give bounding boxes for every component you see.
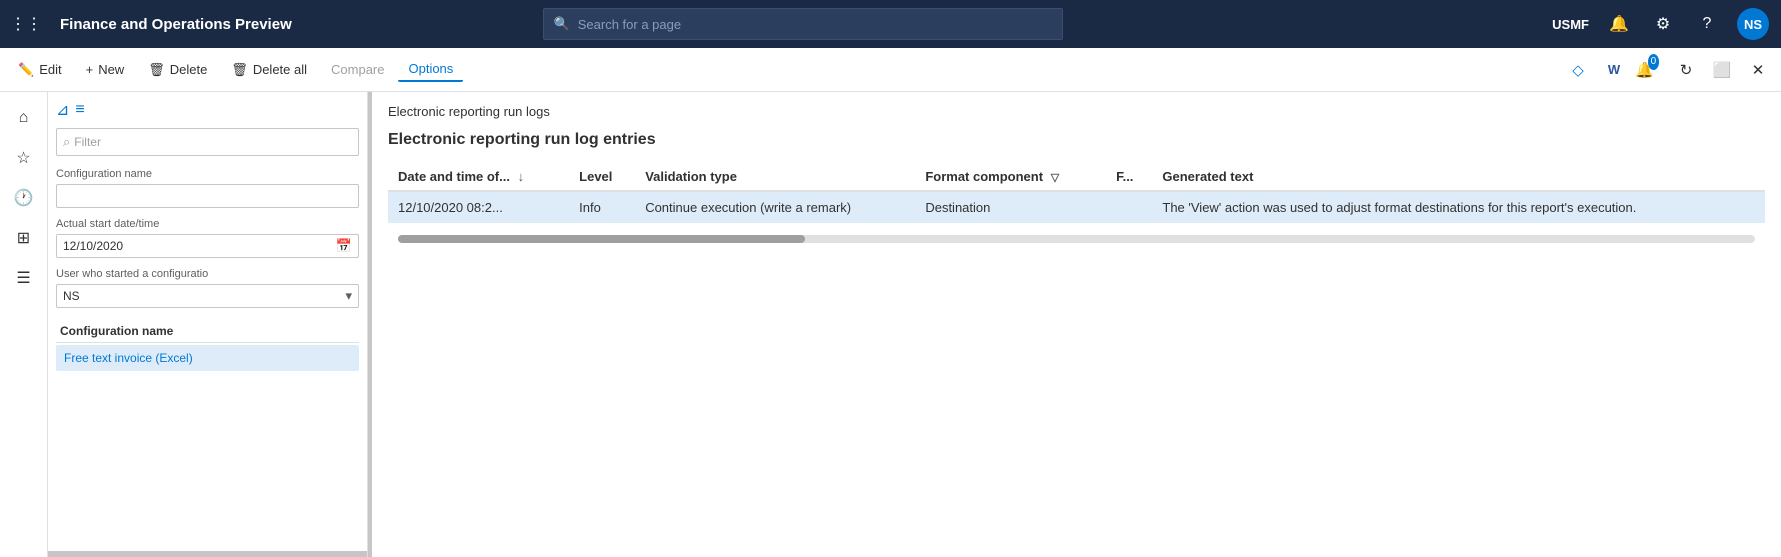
config-name-label: Configuration name bbox=[56, 168, 359, 180]
edit-icon: ✏️ bbox=[18, 62, 34, 78]
avatar[interactable]: NS bbox=[1737, 8, 1769, 40]
cell-date: 12/10/2020 08:2... bbox=[388, 191, 569, 223]
app-title: Finance and Operations Preview bbox=[60, 16, 292, 33]
nav-grid-icon[interactable]: ⊞ bbox=[6, 220, 42, 256]
horizontal-scrollbar-thumb[interactable] bbox=[398, 235, 805, 243]
table-row[interactable]: 12/10/2020 08:2... Info Continue executi… bbox=[388, 191, 1765, 223]
start-date-input[interactable] bbox=[57, 235, 330, 257]
nav-right: USMF 🔔 ⚙ ? NS bbox=[1552, 8, 1769, 40]
filter-search-box: ⌕ bbox=[56, 128, 359, 156]
new-button[interactable]: + New bbox=[76, 58, 135, 81]
config-list-header: Configuration name bbox=[56, 318, 359, 343]
badge: 0 bbox=[1648, 54, 1659, 70]
edit-button[interactable]: ✏️ Edit bbox=[8, 58, 72, 82]
delete-icon: 🗑 bbox=[148, 62, 165, 78]
search-icon: 🔍 bbox=[554, 16, 570, 32]
grid-menu-icon[interactable]: ⋮⋮ bbox=[12, 10, 40, 38]
sort-icon: ↓ bbox=[518, 169, 525, 184]
word-icon-btn[interactable]: W bbox=[1599, 55, 1629, 85]
col-format-label: Format component bbox=[925, 169, 1043, 184]
nav-list-icon[interactable]: ☰ bbox=[6, 260, 42, 296]
main-layout: ⌂ ☆ 🕐 ⊞ ☰ ⊿ ≡ ⌕ Configuration name Actua… bbox=[0, 92, 1781, 557]
delete-label: Delete bbox=[170, 62, 208, 77]
new-icon: + bbox=[86, 62, 94, 77]
start-date-label: Actual start date/time bbox=[56, 218, 359, 230]
search-bar: 🔍 bbox=[543, 8, 1063, 40]
panel-resize-handle[interactable] bbox=[48, 551, 367, 557]
col-validation[interactable]: Validation type bbox=[635, 163, 915, 191]
filter-panel: ⊿ ≡ ⌕ Configuration name Actual start da… bbox=[48, 92, 368, 557]
chevron-down-icon: ▾ bbox=[339, 288, 358, 304]
close-icon-btn[interactable]: ✕ bbox=[1743, 55, 1773, 85]
diamond-icon-btn[interactable]: ◇ bbox=[1563, 55, 1593, 85]
user-select-wrap: NS ▾ bbox=[56, 284, 359, 308]
left-nav: ⌂ ☆ 🕐 ⊞ ☰ bbox=[0, 92, 48, 557]
filter-search-icon: ⌕ bbox=[63, 134, 70, 150]
col-date-label: Date and time of... bbox=[398, 169, 510, 184]
col-level-label: Level bbox=[579, 169, 612, 184]
log-table: Date and time of... ↓ Level Validation t… bbox=[388, 163, 1765, 223]
delete-all-label: Delete all bbox=[253, 62, 307, 77]
col-validation-label: Validation type bbox=[645, 169, 737, 184]
table-header-row: Date and time of... ↓ Level Validation t… bbox=[388, 163, 1765, 191]
action-bar: ✏️ Edit + New 🗑 Delete 🗑 Delete all Comp… bbox=[0, 48, 1781, 92]
col-generated[interactable]: Generated text bbox=[1152, 163, 1765, 191]
col-f-label: F... bbox=[1116, 169, 1133, 184]
options-label: Options bbox=[408, 61, 453, 76]
col-f[interactable]: F... bbox=[1106, 163, 1152, 191]
calendar-icon[interactable]: 📅 bbox=[330, 238, 358, 254]
content-panel: Electronic reporting run logs Electronic… bbox=[372, 92, 1781, 557]
config-name-input[interactable] bbox=[56, 184, 359, 208]
nav-clock-icon[interactable]: 🕐 bbox=[6, 180, 42, 216]
delete-all-button[interactable]: 🗑 Delete all bbox=[221, 58, 317, 82]
compare-button[interactable]: Compare bbox=[321, 58, 394, 81]
delete-button[interactable]: 🗑 Delete bbox=[138, 58, 217, 82]
filter-search-input[interactable] bbox=[74, 135, 352, 149]
new-label: New bbox=[98, 62, 124, 77]
col-level[interactable]: Level bbox=[569, 163, 635, 191]
refresh-icon-btn[interactable]: ↻ bbox=[1671, 55, 1701, 85]
cell-format: Destination bbox=[915, 191, 1106, 223]
expand-icon-btn[interactable]: ⬜ bbox=[1707, 55, 1737, 85]
user-label: User who started a configuratio bbox=[56, 268, 359, 280]
filter-funnel-icon: ⊿ bbox=[56, 100, 69, 120]
col-generated-label: Generated text bbox=[1162, 169, 1253, 184]
cell-f bbox=[1106, 191, 1152, 223]
col-format[interactable]: Format component ▽ bbox=[915, 163, 1106, 191]
nav-star-icon[interactable]: ☆ bbox=[6, 140, 42, 176]
help-icon[interactable]: ? bbox=[1693, 10, 1721, 38]
start-date-field: 📅 bbox=[56, 234, 359, 258]
settings-icon[interactable]: ⚙ bbox=[1649, 10, 1677, 38]
col-date[interactable]: Date and time of... ↓ bbox=[388, 163, 569, 191]
breadcrumb: Electronic reporting run logs bbox=[388, 104, 1765, 119]
entries-title: Electronic reporting run log entries bbox=[388, 131, 1765, 149]
cell-validation: Continue execution (write a remark) bbox=[635, 191, 915, 223]
company-label: USMF bbox=[1552, 17, 1589, 32]
cell-generated: The 'View' action was used to adjust for… bbox=[1152, 191, 1765, 223]
edit-label: Edit bbox=[39, 62, 61, 77]
compare-label: Compare bbox=[331, 62, 384, 77]
options-button[interactable]: Options bbox=[398, 57, 463, 82]
top-nav: ⋮⋮ Finance and Operations Preview 🔍 USMF… bbox=[0, 0, 1781, 48]
filter-panel-icon: ≡ bbox=[75, 101, 84, 119]
user-select[interactable]: NS bbox=[57, 285, 339, 307]
config-list-item[interactable]: Free text invoice (Excel) bbox=[56, 345, 359, 371]
delete-all-icon: 🗑 bbox=[231, 62, 248, 78]
action-bar-right: ◇ W 🔔 0 ↻ ⬜ ✕ bbox=[1563, 55, 1773, 85]
config-item-label: Free text invoice (Excel) bbox=[64, 351, 193, 365]
notification-icon[interactable]: 🔔 bbox=[1605, 10, 1633, 38]
cell-level: Info bbox=[569, 191, 635, 223]
search-input[interactable] bbox=[578, 17, 1052, 32]
col-format-filter-icon[interactable]: ▽ bbox=[1051, 172, 1059, 184]
notifications-badge-btn[interactable]: 🔔 0 bbox=[1635, 55, 1665, 85]
nav-home-icon[interactable]: ⌂ bbox=[6, 100, 42, 136]
